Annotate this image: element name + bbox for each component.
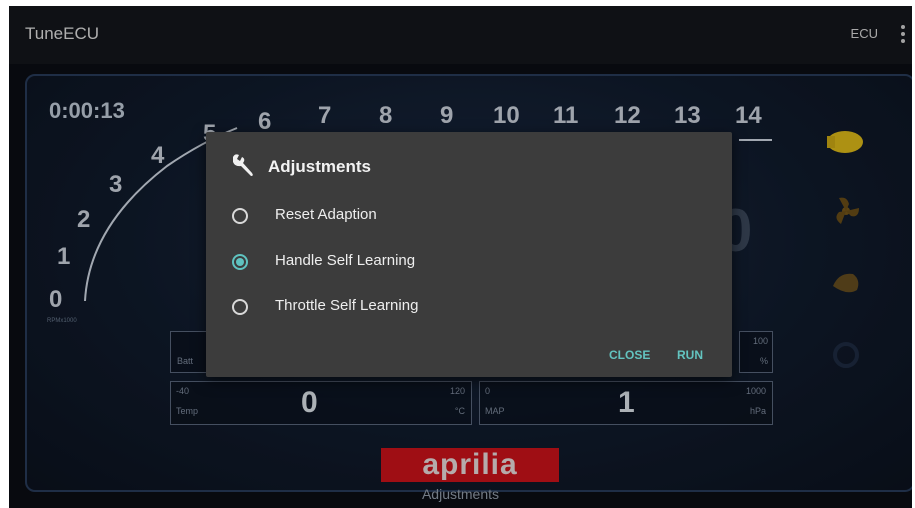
dialog-title: Adjustments: [268, 157, 371, 176]
option-label: Throttle Self Learning: [275, 297, 419, 314]
radio-button[interactable]: [232, 208, 248, 224]
radio-button-selected[interactable]: [232, 254, 248, 270]
run-button[interactable]: RUN: [677, 348, 703, 362]
option-throttle-self-learning[interactable]: Throttle Self Learning: [228, 293, 628, 321]
close-button[interactable]: CLOSE: [609, 348, 650, 362]
option-reset-adaption[interactable]: Reset Adaption: [228, 202, 628, 230]
option-label: Handle Self Learning: [275, 252, 416, 269]
app-screen: TuneECU ECU 0:00:13 0 1 2 3 4 5 6 7 8 9 …: [9, 6, 912, 508]
option-label: Reset Adaption: [275, 206, 377, 223]
wrench-icon: [233, 154, 253, 176]
adjustments-dialog: Adjustments Reset Adaption Handle Self L…: [206, 132, 732, 377]
option-handle-self-learning[interactable]: Handle Self Learning: [228, 248, 628, 276]
radio-button[interactable]: [232, 299, 248, 315]
